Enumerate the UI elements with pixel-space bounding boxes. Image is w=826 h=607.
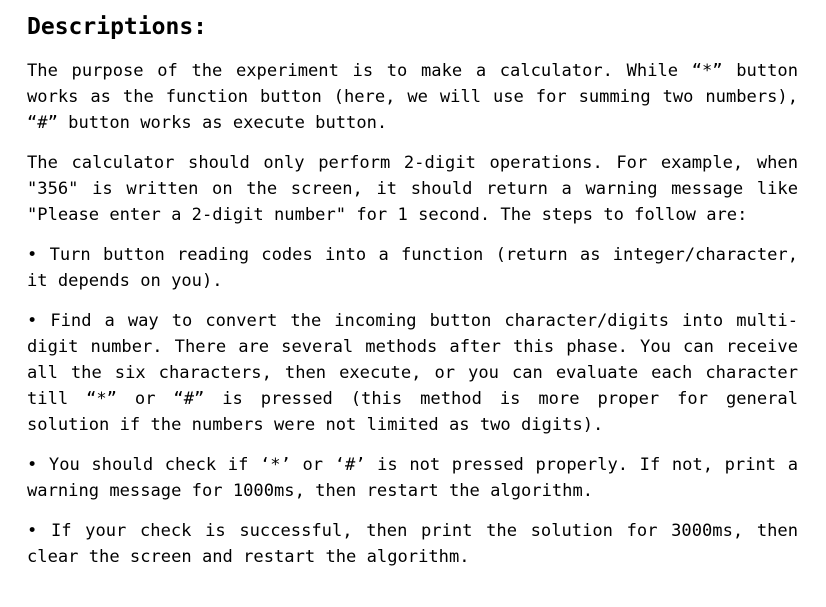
document-page: Descriptions: The purpose of the experim… bbox=[0, 0, 826, 607]
bullet-step-read-codes: • Turn button reading codes into a funct… bbox=[27, 242, 798, 294]
bullet-text: You should check if ‘*’ or ‘#’ is not pr… bbox=[27, 455, 798, 501]
bullet-text: Find a way to convert the incoming butto… bbox=[27, 311, 798, 435]
bullet-marker: • bbox=[27, 311, 38, 331]
bullet-marker: • bbox=[27, 521, 38, 541]
page-title: Descriptions: bbox=[27, 14, 208, 40]
paragraph-purpose: The purpose of the experiment is to make… bbox=[27, 61, 798, 133]
bullet-text: If your check is successful, then print … bbox=[27, 521, 798, 567]
bullet-step-print-solution: • If your check is successful, then prin… bbox=[27, 518, 798, 570]
bullet-marker: • bbox=[27, 455, 38, 475]
paragraph-two-digit-rule: The calculator should only perform 2-dig… bbox=[27, 153, 798, 225]
bullet-step-convert-digits: • Find a way to convert the incoming but… bbox=[27, 308, 798, 438]
bullet-step-check-keys: • You should check if ‘*’ or ‘#’ is not … bbox=[27, 452, 798, 504]
bullet-marker: • bbox=[27, 245, 38, 265]
bullet-text: Turn button reading codes into a functio… bbox=[27, 245, 798, 291]
